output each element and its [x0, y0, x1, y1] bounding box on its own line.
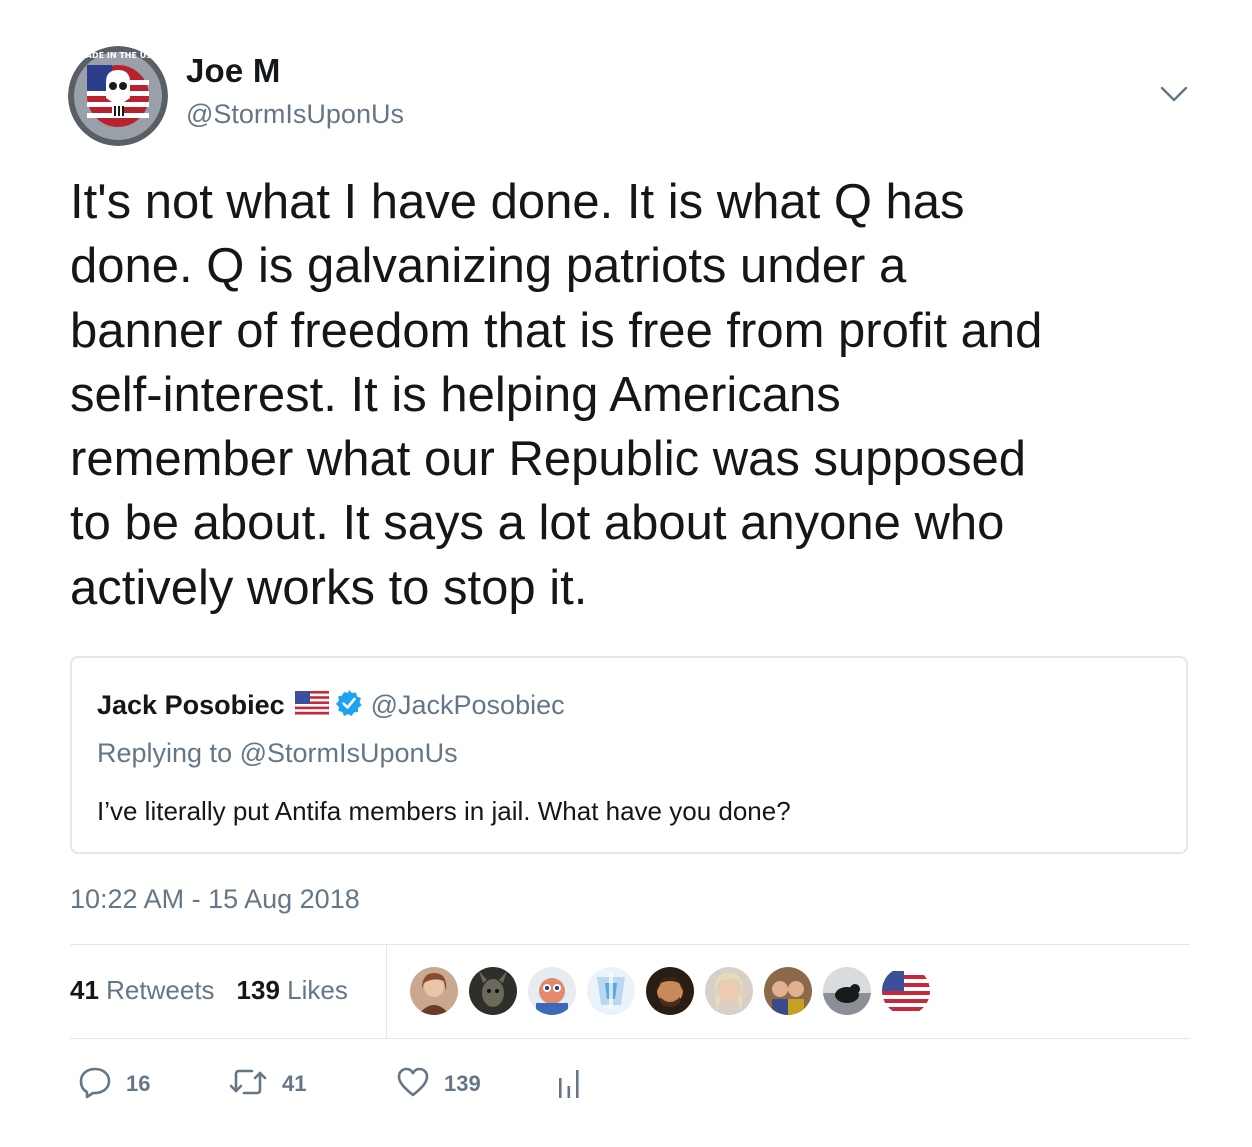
divider: [70, 944, 1190, 945]
analytics-button[interactable]: [556, 1064, 582, 1104]
quoted-display-name: Jack Posobiec: [97, 689, 285, 720]
like-count: 139: [444, 1071, 481, 1096]
tweet-card: MADE IN THE USA Joe M @StormIsUponUs It'…: [0, 0, 1252, 1147]
stats-separator: [386, 945, 387, 1038]
quoted-replying-to: Replying to @StormIsUponUs: [97, 738, 458, 769]
analytics-bar-chart-icon: [556, 1064, 582, 1105]
retweets-stat[interactable]: 41 Retweets: [70, 975, 215, 1006]
liker-avatar[interactable]: [528, 967, 576, 1015]
author-avatar[interactable]: MADE IN THE USA: [68, 46, 168, 146]
likes-label: Likes: [287, 975, 348, 1005]
verified-badge-icon: [335, 689, 363, 722]
avatar-ring-text: MADE IN THE USA: [78, 51, 159, 60]
author-display-name[interactable]: Joe M: [186, 52, 281, 90]
liker-avatar[interactable]: [764, 967, 812, 1015]
retweet-count: 41: [282, 1071, 307, 1096]
tweet-timestamp[interactable]: 10:22 AM - 15 Aug 2018: [70, 884, 360, 915]
tweet-text: It's not what I have done. It is what Q …: [70, 175, 1043, 615]
liker-avatar[interactable]: [646, 967, 694, 1015]
liker-avatar[interactable]: [882, 967, 930, 1015]
reply-icon: [78, 1065, 112, 1104]
quoted-tweet[interactable]: Jack Posobiec @JackPosobiec Replying to …: [70, 656, 1188, 854]
chevron-down-icon[interactable]: [1158, 80, 1190, 108]
liker-avatar[interactable]: [823, 967, 871, 1015]
liker-avatar[interactable]: [469, 967, 517, 1015]
usa-punisher-badge-icon: MADE IN THE USA: [68, 46, 168, 146]
retweet-icon: [228, 1065, 268, 1104]
likes-count: 139: [236, 975, 280, 1005]
replying-to-user[interactable]: @StormIsUponUs: [240, 738, 458, 768]
liker-avatar[interactable]: [587, 967, 635, 1015]
us-flag-icon: [294, 690, 330, 720]
quoted-tweet-text: I’ve literally put Antifa members in jai…: [97, 796, 791, 826]
reply-count: 16: [126, 1071, 151, 1096]
author-handle[interactable]: @StormIsUponUs: [186, 99, 404, 130]
liker-avatars: [410, 967, 941, 1019]
retweets-label: Retweets: [106, 975, 215, 1005]
replying-prefix: Replying to: [97, 738, 233, 768]
like-button[interactable]: 139: [396, 1064, 481, 1104]
engagement-stats: 41 Retweets 139 Likes: [70, 975, 348, 1006]
likes-stat[interactable]: 139 Likes: [237, 975, 348, 1006]
liker-avatar[interactable]: [705, 967, 753, 1015]
retweet-button[interactable]: 41: [228, 1064, 306, 1104]
divider: [70, 1038, 1190, 1039]
retweets-count: 41: [70, 975, 99, 1005]
quoted-tweet-header: Jack Posobiec @JackPosobiec: [97, 688, 565, 722]
quoted-handle: @JackPosobiec: [370, 689, 565, 720]
liker-avatar[interactable]: [410, 967, 458, 1015]
heart-icon: [396, 1066, 430, 1103]
reply-button[interactable]: 16: [78, 1064, 150, 1104]
